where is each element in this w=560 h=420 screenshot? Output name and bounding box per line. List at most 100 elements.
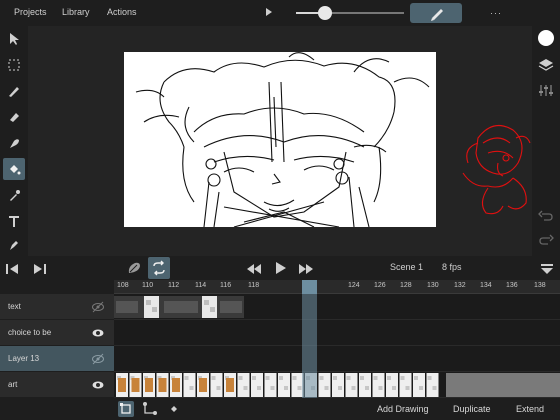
ruler-tick-label: 112 (168, 282, 180, 289)
layer-row-text[interactable]: text (0, 294, 114, 320)
art-frame-cell (318, 373, 331, 397)
ruler-tick-label: 110 (142, 282, 154, 289)
ruler-tick-label: 124 (348, 282, 360, 289)
ruler-tick-label: 134 (480, 282, 492, 289)
eye-visible-icon[interactable] (92, 327, 104, 339)
collapse-timeline-icon[interactable] (540, 262, 554, 280)
art-frame-cell (197, 373, 209, 397)
ruler-spacer (0, 280, 114, 294)
brush-button[interactable] (410, 3, 462, 23)
layer-name: choice to be (8, 328, 52, 337)
frame-ruler[interactable]: 1081101121141161181211241261281301321341… (114, 280, 560, 294)
art-frame-cell (413, 373, 425, 397)
color-swatch[interactable] (538, 30, 554, 46)
drawing-canvas[interactable] (124, 52, 436, 227)
marquee-select-icon[interactable] (3, 54, 25, 76)
art-frame-cell (210, 373, 223, 397)
layer-row-art[interactable]: art (0, 372, 114, 398)
adjustments-icon[interactable] (538, 82, 554, 103)
canvas-stage[interactable] (28, 26, 532, 256)
extend-button[interactable]: Extend (516, 404, 544, 414)
ruler-tick-label: 136 (506, 282, 518, 289)
text-frame-thumbnails (116, 296, 242, 318)
ruler-tick-label: 116 (220, 282, 232, 289)
ruler-tick-label: 114 (195, 282, 207, 289)
art-frame-cell (183, 373, 196, 397)
fast-forward-icon[interactable] (298, 262, 314, 280)
frame-select-mode-icon[interactable] (118, 401, 134, 417)
text-tool-icon[interactable] (3, 210, 25, 232)
eraser-icon[interactable] (3, 106, 25, 128)
top-bar: Projects Library Actions ··· (0, 0, 560, 26)
menu-actions[interactable]: Actions (107, 7, 137, 17)
art-extended-frames (446, 373, 560, 397)
keyframe-icon[interactable] (166, 401, 182, 417)
left-toolbar (0, 26, 28, 256)
duplicate-button[interactable]: Duplicate (453, 404, 491, 414)
art-frame-cell (116, 373, 128, 397)
loop-icon (153, 260, 165, 276)
art-frame-cell (129, 373, 142, 397)
line-art-sketch (135, 52, 430, 227)
ruler-tick-label: 128 (400, 282, 412, 289)
fps-label[interactable]: 8 fps (442, 262, 462, 272)
ruler-tick-label: 126 (374, 282, 386, 289)
select-arrow-icon[interactable] (3, 28, 25, 50)
eyedropper-icon[interactable] (3, 184, 25, 206)
playhead-handle[interactable] (302, 280, 317, 294)
ruler-tick-label: 132 (454, 282, 466, 289)
brush-size-slider[interactable] (296, 6, 404, 20)
previous-frame-icon[interactable] (6, 262, 20, 280)
path-tool-icon[interactable] (142, 401, 158, 417)
play-button-icon[interactable] (275, 261, 287, 280)
frames-art-layer[interactable] (114, 372, 560, 398)
ruler-tick-label: 108 (117, 282, 129, 289)
art-frame-cell (399, 373, 412, 397)
add-drawing-button[interactable]: Add Drawing (377, 404, 429, 414)
bottom-bar: Add Drawing Duplicate Extend (0, 398, 560, 420)
frames-text-layer[interactable] (114, 294, 560, 320)
layer-name: art (8, 380, 18, 389)
menu-library[interactable]: Library (62, 7, 90, 17)
scene-label[interactable]: Scene 1 (390, 262, 423, 272)
loop-button[interactable] (148, 257, 170, 279)
eye-hidden-icon[interactable] (92, 353, 104, 365)
art-frame-cell (345, 373, 358, 397)
layer-name: text (8, 302, 21, 311)
layer-row-choice-to-be[interactable]: choice to be (0, 320, 114, 346)
art-frame-cell (264, 373, 277, 397)
play-icon[interactable] (266, 8, 272, 16)
text-frames-block[interactable] (114, 296, 244, 318)
art-frame-cell (278, 373, 290, 397)
next-frame-icon[interactable] (32, 262, 46, 280)
art-frame-cell (251, 373, 263, 397)
brush-icon (431, 9, 443, 21)
more-button[interactable]: ··· (490, 8, 502, 18)
art-frame-cell (237, 373, 250, 397)
menu-projects[interactable]: Projects (14, 7, 47, 17)
frames-layer-13[interactable] (114, 346, 560, 372)
art-frame-cell (224, 373, 236, 397)
art-frame-cell (143, 373, 155, 397)
undo-icon[interactable] (538, 208, 554, 229)
art-frame-cell (156, 373, 169, 397)
rewind-icon[interactable] (246, 262, 262, 280)
layer-row-layer-13[interactable]: Layer 13 (0, 346, 114, 372)
frames-choice-to-be-layer[interactable] (114, 320, 560, 346)
art-frame-cell (426, 373, 439, 397)
redo-icon[interactable] (538, 232, 554, 253)
eye-hidden-icon[interactable] (92, 301, 104, 313)
playback-bar: Scene 1 8 fps (0, 256, 560, 280)
pencil-icon[interactable] (3, 80, 25, 102)
fill-bucket-icon[interactable] (3, 158, 25, 180)
art-frame-cell (359, 373, 371, 397)
playhead-column (302, 294, 317, 398)
slider-thumb[interactable] (318, 6, 333, 20)
layers-icon[interactable] (538, 57, 554, 78)
pen-icon[interactable] (3, 234, 25, 256)
art-frame-cell (372, 373, 385, 397)
ruler-tick-label: 130 (427, 282, 439, 289)
smudge-icon[interactable] (3, 132, 25, 154)
eye-visible-icon[interactable] (92, 379, 104, 391)
onion-skin-icon[interactable] (126, 260, 142, 281)
